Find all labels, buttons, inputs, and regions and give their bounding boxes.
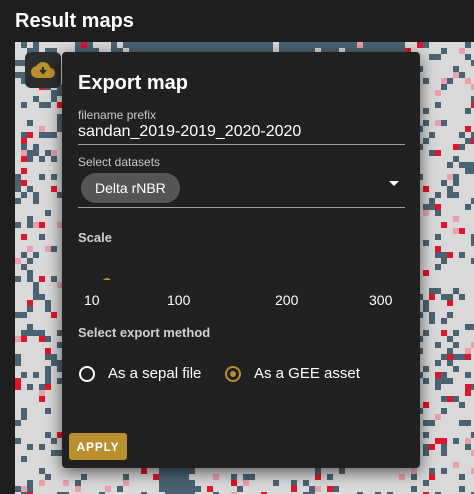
chevron-down-icon[interactable] <box>389 181 399 186</box>
scale-tick-10: 10 <box>84 292 100 308</box>
export-method-label: Select export method <box>78 325 211 340</box>
filename-underline <box>78 144 405 145</box>
radio-gee-asset[interactable]: As a GEE asset <box>225 365 360 382</box>
dialog-title: Export map <box>78 72 189 94</box>
slider-thumb[interactable] <box>102 278 112 280</box>
radio-label-gee-asset: As a GEE asset <box>254 365 360 382</box>
export-map-button[interactable] <box>25 52 61 88</box>
panel-title: Result maps <box>15 10 134 32</box>
apply-button[interactable]: APPLY <box>69 433 127 460</box>
scale-tick-100: 100 <box>167 292 191 308</box>
datasets-underline <box>78 207 405 208</box>
scale-label: Scale <box>78 230 112 245</box>
filename-prefix-input[interactable]: sandan_2019-2019_2020-2020 <box>78 123 301 141</box>
scale-tick-200: 200 <box>275 292 299 308</box>
radio-sepal-file[interactable]: As a sepal file <box>79 365 201 382</box>
cloud-download-icon <box>31 62 55 78</box>
radio-circle-checked[interactable] <box>225 365 241 382</box>
scale-slider[interactable] <box>85 278 398 280</box>
radio-label-sepal-file: As a sepal file <box>108 365 202 382</box>
select-datasets-label: Select datasets <box>78 155 161 169</box>
dataset-chip[interactable]: Delta rNBR <box>81 173 180 203</box>
radio-circle[interactable] <box>79 365 95 382</box>
export-map-dialog: Export map filename prefix sandan_2019-2… <box>62 52 420 468</box>
scale-tick-300: 300 <box>369 292 393 308</box>
filename-prefix-label: filename prefix <box>78 108 157 122</box>
